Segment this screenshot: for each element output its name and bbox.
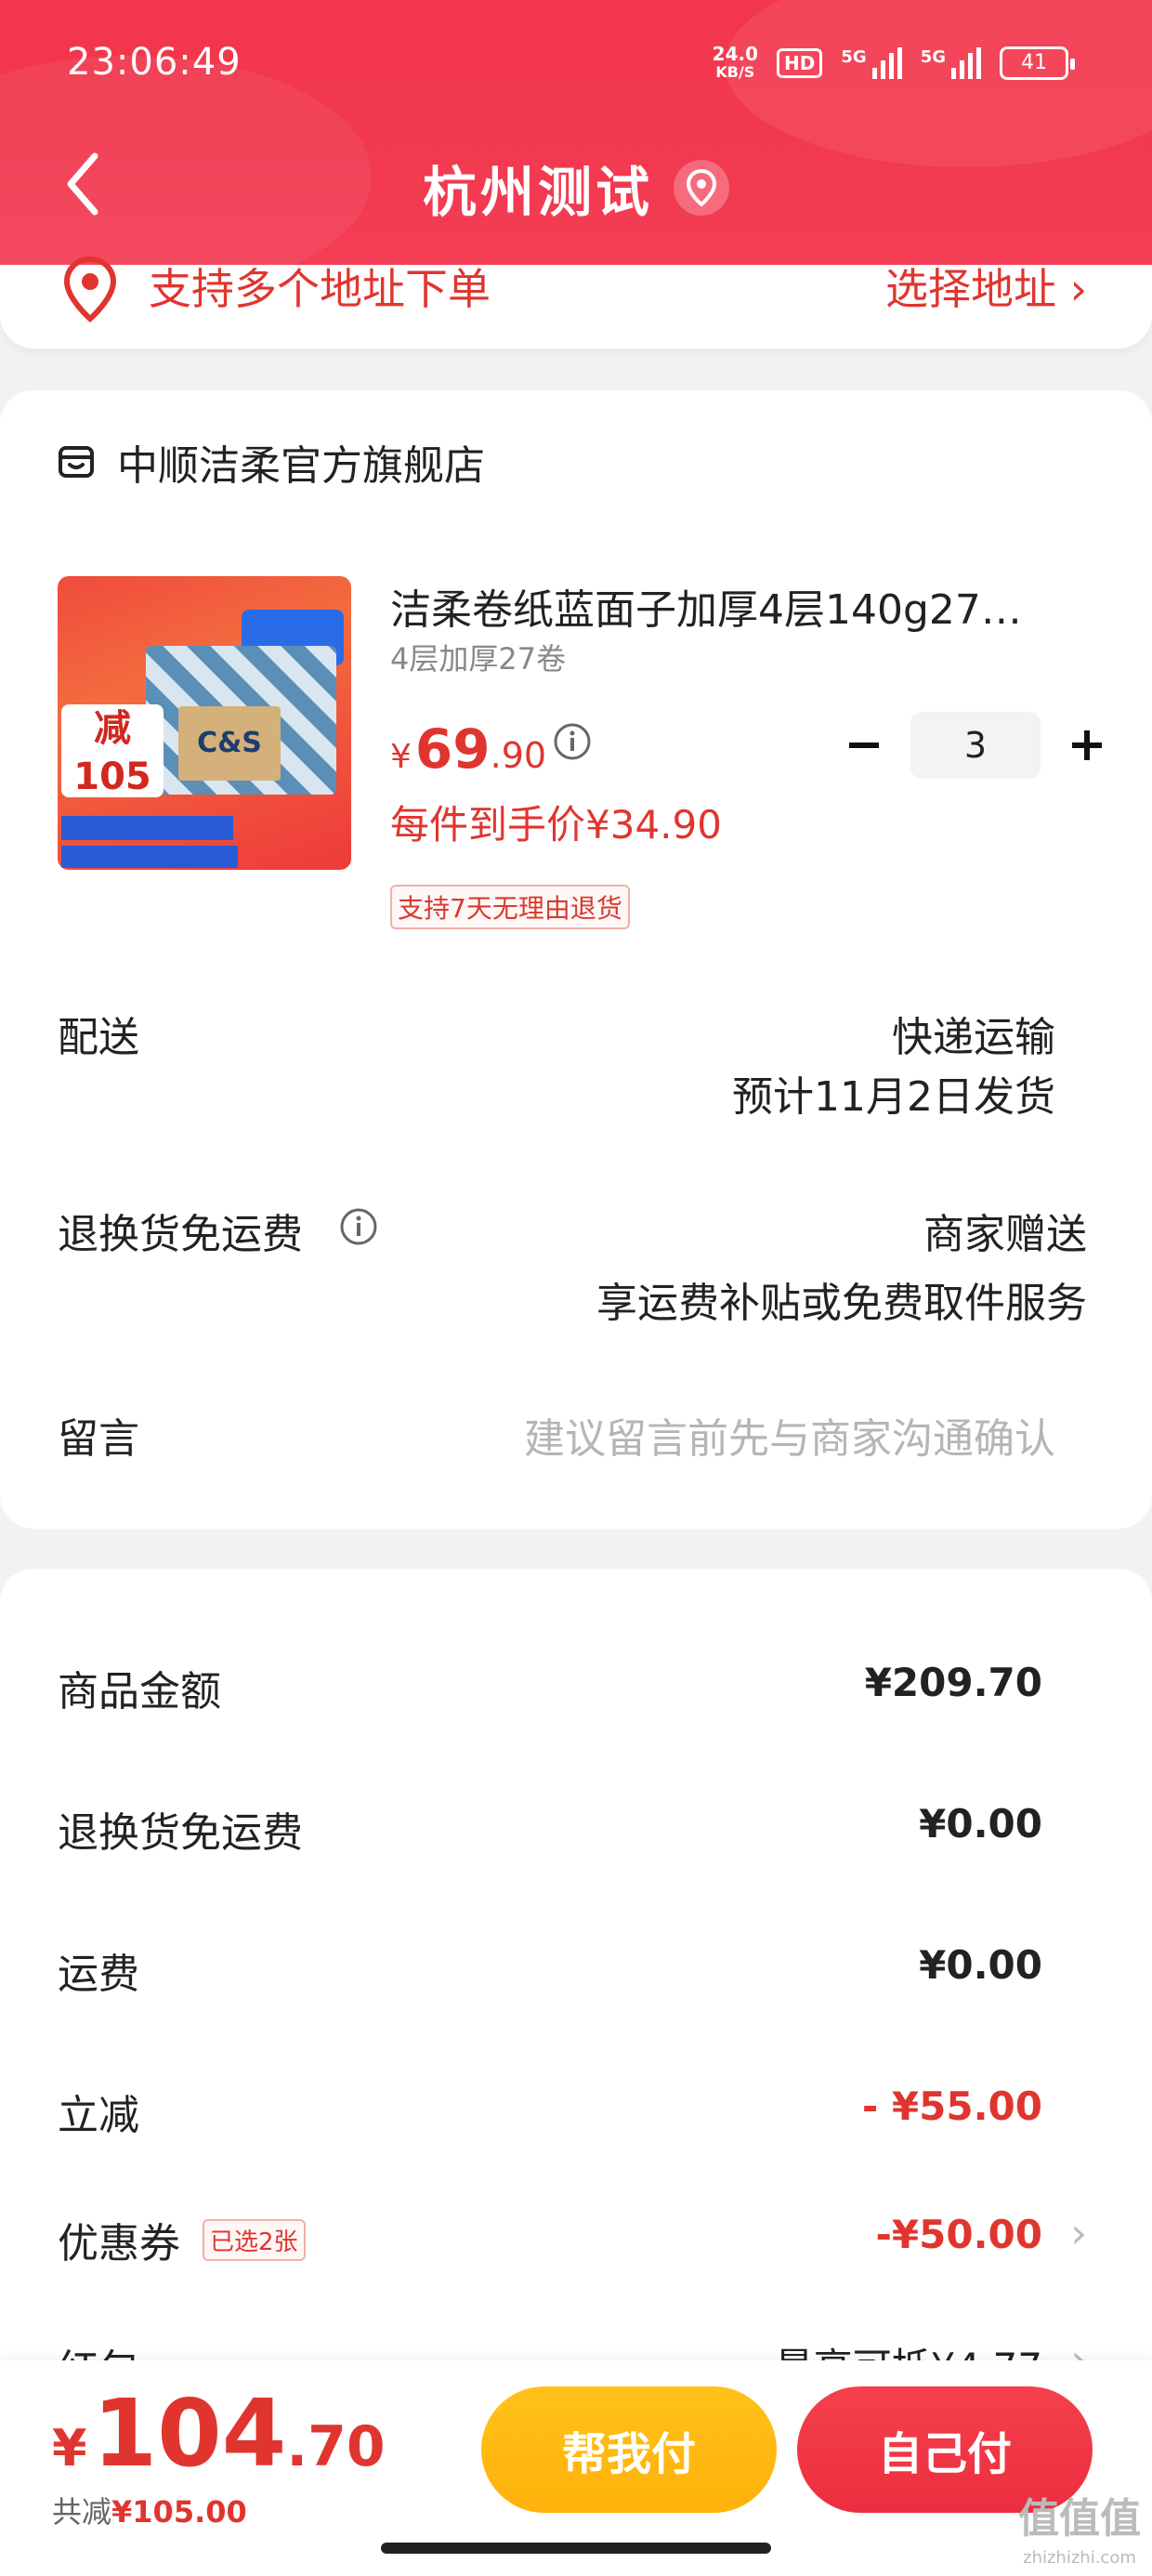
home-indicator[interactable] [381, 2543, 771, 2554]
minus-icon [849, 743, 879, 748]
product-image-discount: 减105 [61, 704, 164, 798]
product-spec: 4层加厚27卷 [390, 641, 567, 677]
watermark-main: 值值值 [1018, 2495, 1141, 2543]
map-pin-icon [63, 256, 117, 322]
return-shipping-label: 退换货免运费 [58, 1211, 303, 1258]
delivery-label: 配送 [58, 1014, 139, 1061]
total-price: ¥ 104 .70 [52, 2379, 386, 2488]
total-integer: 104 [92, 2379, 287, 2488]
goods-amount-value: ¥209.70 [864, 1660, 1042, 1705]
increase-quantity-button[interactable] [1059, 717, 1115, 773]
status-icons: 24.0 KB/S HD 5G 5G 41 [713, 45, 1075, 82]
product-image-strip-1 [61, 816, 233, 840]
net-speed-unit: KB/S [715, 63, 755, 81]
return-shipping-value: 商家赠送 [923, 1211, 1087, 1258]
coupon-chevron-icon[interactable]: › [1070, 2210, 1087, 2257]
instant-discount-label: 立减 [58, 2092, 139, 2139]
message-input[interactable]: 建议留言前先与商家沟通确认 [524, 1405, 1055, 1465]
signal-icon-2: 5G [921, 47, 981, 79]
select-address-link[interactable]: 选择地址 › [885, 256, 1087, 317]
store-icon [59, 446, 94, 478]
total-currency: ¥ [52, 2419, 87, 2477]
coupon-value[interactable]: -¥50.00 [875, 2212, 1042, 2257]
location-icon[interactable] [674, 160, 729, 216]
store-name: 中顺洁柔官方旗舰店 [117, 442, 485, 490]
net-speed: 24.0 KB/S [713, 45, 758, 82]
watermark: 值值值 zhizhizhi.com [1018, 2495, 1141, 2576]
product-image-strip-2 [61, 846, 238, 868]
help-me-pay-button[interactable]: 帮我付 [481, 2386, 777, 2513]
savings-prefix: 共减 [52, 2494, 112, 2530]
quantity-stepper: 3 [836, 712, 1115, 779]
shipping-value: ¥0.00 [919, 1942, 1042, 1988]
signal-label: 5G [841, 47, 867, 67]
instant-discount-value: - ¥55.00 [861, 2083, 1042, 2129]
savings-amount: ¥105.00 [111, 2494, 247, 2530]
hd-icon: HD [777, 48, 823, 78]
message-label: 留言 [58, 1415, 139, 1463]
price-info-icon[interactable] [552, 721, 593, 762]
signal-label-2: 5G [920, 47, 946, 67]
return-shipping-info-icon[interactable] [338, 1206, 379, 1247]
return-policy-tag: 支持7天无理由退货 [390, 885, 630, 929]
order-item-card: 中顺洁柔官方旗舰店 C&S 减105 洁柔卷纸蓝面子加厚4层140g27卷...… [0, 390, 1152, 1529]
return-fee-label: 退换货免运费 [58, 1809, 303, 1857]
status-time: 23:06:49 [67, 41, 242, 84]
header: 23:06:49 24.0 KB/S HD 5G 5G 41 杭州测试 [0, 0, 1152, 265]
product-title[interactable]: 洁柔卷纸蓝面子加厚4层140g27卷... [390, 576, 1059, 636]
price-currency: ¥ [390, 738, 412, 776]
signal-icon: 5G [841, 47, 902, 79]
decrease-quantity-button[interactable] [836, 717, 892, 773]
product-image-pack: C&S [178, 706, 281, 781]
price-decimal: .90 [490, 735, 547, 776]
product-image[interactable]: C&S 减105 [58, 576, 351, 870]
product-image-brand: C&S [197, 727, 262, 759]
goods-amount-label: 商品金额 [58, 1668, 221, 1715]
total-savings[interactable]: 共减¥105.00 [52, 2489, 247, 2531]
coupon-selected-tag: 已选2张 [203, 2219, 306, 2261]
pay-myself-button[interactable]: 自己付 [797, 2386, 1093, 2513]
delivery-eta: 预计11月2日发货 [732, 1073, 1055, 1121]
shipping-label: 运费 [58, 1951, 139, 1998]
coupon-label[interactable]: 优惠券 [58, 2210, 180, 2269]
net-speed-value: 24.0 [712, 43, 759, 65]
price-integer: 69 [414, 717, 491, 781]
page-title-container: 杭州测试 [0, 149, 1152, 227]
watermark-sub: zhizhizhi.com [1023, 2548, 1136, 2568]
store-header[interactable]: 中顺洁柔官方旗舰店 [58, 432, 485, 492]
return-shipping-sub: 享运费补贴或免费取件服务 [596, 1280, 1087, 1327]
return-fee-value: ¥0.00 [919, 1801, 1042, 1847]
page-title: 杭州测试 [422, 161, 653, 224]
product-price: ¥ 69 .90 [390, 717, 546, 781]
address-text: 支持多个地址下单 [149, 264, 491, 314]
total-decimal: .70 [286, 2414, 386, 2479]
quantity-value[interactable]: 3 [910, 712, 1041, 779]
plus-icon [1072, 730, 1102, 760]
delivery-method[interactable]: 快递运输 [892, 1004, 1055, 1063]
battery-icon: 41 [1000, 46, 1075, 80]
address-bar[interactable]: 支持多个地址下单 选择地址 › [0, 256, 1152, 348]
per-unit-price: 每件到手价¥34.90 [390, 802, 722, 848]
